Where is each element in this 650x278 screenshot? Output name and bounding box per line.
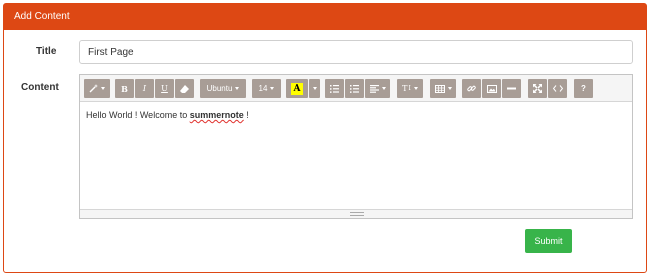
content-text-after: !: [243, 110, 249, 120]
misspelled-word: summernote: [189, 110, 244, 120]
clear-format-button[interactable]: [175, 79, 194, 98]
content-label: Content: [21, 82, 59, 93]
insert-image-button[interactable]: [482, 79, 501, 98]
ordered-list-button[interactable]: [345, 79, 364, 98]
title-input[interactable]: [79, 40, 633, 64]
chevron-down-icon: [235, 87, 240, 90]
line-height-icon: T: [402, 84, 408, 93]
editor-toolbar: B I U Ubuntu 14 A T I ?: [80, 75, 632, 102]
unordered-list-button[interactable]: [325, 79, 344, 98]
insert-hr-button[interactable]: [502, 79, 521, 98]
unordered-list-icon: [330, 84, 339, 93]
chevron-down-icon: [101, 87, 105, 90]
chevron-down-icon: [447, 87, 452, 90]
link-icon: [467, 85, 476, 92]
color-dropdown-button[interactable]: [309, 79, 320, 98]
line-height-dropdown[interactable]: TI: [397, 79, 423, 98]
title-label: Title: [36, 46, 57, 57]
highlight-color-swatch: A: [291, 82, 303, 95]
bold-button[interactable]: B: [115, 79, 134, 98]
style-button[interactable]: [84, 79, 110, 98]
underline-button[interactable]: U: [155, 79, 174, 98]
magic-wand-icon: [89, 84, 98, 93]
fullscreen-button[interactable]: [528, 79, 547, 98]
chevron-down-icon: [413, 87, 418, 90]
eraser-icon: [180, 84, 189, 93]
chevron-down-icon: [270, 87, 275, 90]
help-icon: ?: [581, 84, 586, 93]
panel-heading: Add Content: [4, 4, 646, 30]
table-icon: [434, 84, 445, 93]
resize-grip-icon[interactable]: [350, 212, 364, 216]
code-view-icon: [552, 85, 563, 92]
submit-button[interactable]: Submit: [525, 229, 572, 253]
font-size-dropdown[interactable]: 14: [252, 79, 281, 98]
chevron-down-icon: [381, 87, 386, 90]
editor-resize-bar[interactable]: [80, 209, 632, 218]
insert-link-button[interactable]: [462, 79, 481, 98]
rich-text-editor: B I U Ubuntu 14 A T I ? Hello World ! We…: [79, 74, 633, 219]
help-button[interactable]: ?: [574, 79, 593, 98]
paragraph-align-dropdown[interactable]: [365, 79, 390, 98]
editor-content-area[interactable]: Hello World ! Welcome to summernote !: [80, 102, 632, 209]
font-name-dropdown[interactable]: Ubuntu: [200, 79, 246, 98]
code-view-button[interactable]: [548, 79, 567, 98]
ordered-list-icon: [350, 84, 359, 93]
fullscreen-icon: [533, 84, 542, 93]
font-name-value: Ubuntu: [206, 84, 233, 93]
font-size-value: 14: [258, 84, 268, 93]
recent-color-button[interactable]: A: [286, 79, 308, 98]
table-dropdown[interactable]: [430, 79, 456, 98]
horizontal-rule-icon: [507, 87, 516, 90]
italic-button[interactable]: I: [135, 79, 154, 98]
chevron-down-icon: [312, 87, 317, 90]
content-text-before: Hello World ! Welcome to: [86, 110, 190, 120]
image-icon: [486, 84, 497, 93]
align-icon: [369, 84, 379, 93]
